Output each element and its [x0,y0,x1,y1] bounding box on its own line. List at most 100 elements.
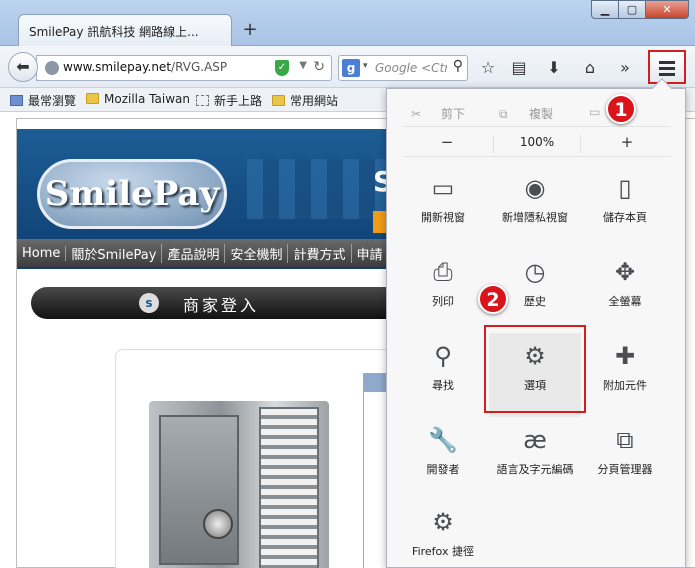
safe-knob [203,509,233,539]
firefox-shortcut-icon: ⚙ [432,508,454,536]
menu-label: 儲存本頁 [603,211,647,224]
download-icon[interactable]: ⬇ [543,58,565,78]
menu-addons[interactable]: ✚ 附加元件 [579,341,671,425]
history-icon: ◷ [524,258,546,286]
cut-label: 剪下 [441,107,466,121]
zoom-out-button[interactable]: − [403,133,491,151]
back-button[interactable]: ⬅ [8,52,38,82]
bookmark-label: 新手上路 [214,94,263,108]
reload-icon[interactable]: ↻ [313,59,325,75]
dashed-folder-icon [196,95,209,106]
bookmark-label: Mozilla Taiwan [104,92,190,106]
copy-label: 複製 [529,107,554,121]
menu-save-page[interactable]: ▯ 儲存本頁 [579,173,671,257]
url-bar[interactable]: www.smilepay.net/RVG.ASP ✓ ▼ ↻ [36,55,332,81]
paste-icon: ▭ [589,105,601,119]
menu-print[interactable]: ⎙ 列印 [397,257,489,341]
bookmark-label: 常用網站 [290,94,339,108]
menu-label: 歷史 [524,295,546,308]
bookmark-getting-started[interactable]: 新手上路 [196,92,262,109]
menu-label: 全螢幕 [608,295,642,308]
most-visited-icon [10,95,23,106]
menu-developer[interactable]: 🔧 開發者 [397,425,489,509]
site-nav-products[interactable]: 產品說明 [162,243,226,263]
menu-private-window[interactable]: ◉ 新增隱私視窗 [489,173,581,257]
search-engine-dropdown-icon[interactable]: ▾ [363,61,368,71]
fullscreen-icon: ✥ [614,258,636,286]
addons-icon: ✚ [614,342,636,370]
site-nav-pricing[interactable]: 計費方式 [288,243,352,263]
zoom-reset-button[interactable]: 100% [493,135,581,153]
url-path: /RVG.ASP [171,60,228,74]
copy-button[interactable]: ⧉ 複製 [499,105,553,122]
zoom-controls: − 100% + [403,131,671,157]
tab-groups-icon: ⧉ [616,426,634,454]
menu-label: 新增隱私視窗 [502,211,568,224]
menu-label: 列印 [432,295,454,308]
search-placeholder: Google <Ctrl+K> [375,61,447,75]
site-nav-about[interactable]: 關於SmilePay [66,243,163,263]
url-host: www.smilepay.net [63,60,172,74]
bookmark-mozilla-taiwan[interactable]: Mozilla Taiwan [86,92,190,106]
site-nav-home[interactable]: Home [17,245,67,261]
developer-icon: 🔧 [428,426,458,454]
menu-fullscreen[interactable]: ✥ 全螢幕 [579,257,671,341]
menu-label: 附加元件 [603,379,647,392]
site-nav: Home 關於SmilePay 產品說明 安全機制 計費方式 申請 [17,239,397,267]
menu-button[interactable] [648,50,686,84]
browser-tab[interactable]: SmilePay 訊航科技 網路線上... [18,14,232,46]
shield-icon[interactable]: ✓ [275,60,289,76]
new-window-icon: ▭ [431,174,455,202]
step-badge-2: 2 [478,284,508,314]
menu-label: 開發者 [426,463,460,476]
search-icon[interactable]: ⚲ [453,58,463,74]
search-bar[interactable]: g ▾ Google <Ctrl+K> ⚲ [338,55,468,81]
window-controls: ▁ ▢ ✕ [591,0,689,20]
copy-icon: ⧉ [499,107,508,121]
options-highlight-box [484,325,586,413]
character-encoding-icon: æ [523,426,547,454]
safe-image [149,401,329,568]
globe-icon [45,61,59,75]
safe-bars [259,407,319,568]
safe-door [159,415,239,565]
find-icon: ⚲ [434,342,452,370]
menu-firefox-shortcut[interactable]: ⚙ Firefox 捷徑 [397,507,489,568]
menu-find[interactable]: ⚲ 尋找 [397,341,489,425]
site-banner: SmilePay S Home 關於SmilePay 產品說明 安全機制 計費方… [17,129,397,269]
menu-label: Firefox 捷徑 [412,545,474,558]
site-nav-apply[interactable]: 申請 [352,243,389,263]
cut-button[interactable]: ✂ 剪下 [411,105,465,122]
site-nav-security[interactable]: 安全機制 [225,243,289,263]
hamburger-icon [659,73,675,76]
home-icon[interactable]: ⌂ [579,58,601,78]
star-icon[interactable]: ☆ [477,58,499,78]
merchant-login-bar: s 商家登入 [31,287,401,319]
back-arrow-icon: ⬅ [16,57,30,76]
bookmark-most-visited[interactable]: 最常瀏覽 [10,92,76,109]
smilepay-logo[interactable]: SmilePay [37,159,227,229]
title-bar: SmilePay 訊航科技 網路線上... + ▁ ▢ ✕ [0,0,695,46]
reading-list-icon[interactable]: ▤ [508,58,530,78]
hamburger-icon [659,61,675,64]
menu-label: 開新視窗 [421,211,465,224]
private-window-icon: ◉ [524,174,546,202]
url-dropdown-icon[interactable]: ▼ [299,60,307,71]
new-tab-button[interactable]: + [240,20,260,40]
overflow-icon[interactable]: » [614,58,636,78]
bookmark-label: 最常瀏覽 [28,94,77,108]
menu-label: 分頁管理器 [597,463,653,476]
menu-label: 尋找 [432,379,454,392]
menu-character-encoding[interactable]: æ 語言及字元編碼 [489,425,581,509]
close-button[interactable]: ✕ [645,0,689,19]
google-icon[interactable]: g [342,59,360,77]
nav-toolbar: www.smilepay.net/RVG.ASP ✓ ▼ ↻ ⬅ g ▾ Goo… [0,46,695,88]
menu-new-window[interactable]: ▭ 開新視窗 [397,173,489,257]
maximize-button[interactable]: ▢ [618,0,646,19]
folder-icon [272,95,285,106]
hamburger-icon [659,67,675,70]
zoom-in-button[interactable]: + [583,133,671,151]
minimize-button[interactable]: ▁ [591,0,619,19]
bookmark-common-sites[interactable]: 常用網站 [272,92,338,109]
menu-tab-groups[interactable]: ⧉ 分頁管理器 [579,425,671,509]
